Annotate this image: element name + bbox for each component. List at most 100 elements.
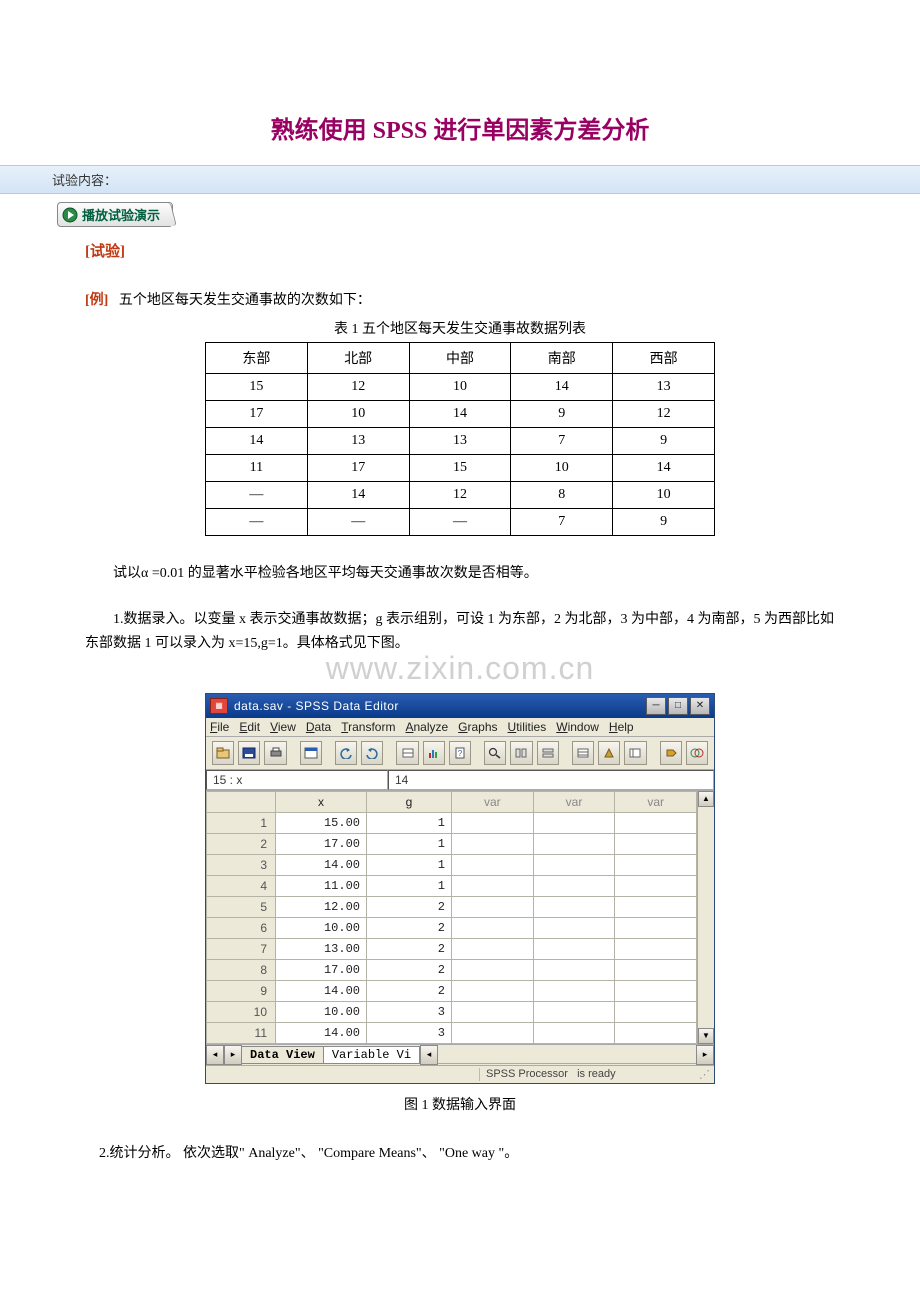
menu-transform[interactable]: Transform <box>341 720 395 734</box>
scroll-down-icon[interactable]: ▼ <box>698 1028 714 1044</box>
grid-cell[interactable]: 1 <box>367 854 452 875</box>
grid-row[interactable]: 1114.003 <box>207 1022 697 1043</box>
grid-cell[interactable]: 13.00 <box>276 938 367 959</box>
value-labels-icon[interactable] <box>660 741 682 765</box>
grid-cell-empty[interactable] <box>533 875 615 896</box>
grid-cell[interactable]: 15.00 <box>276 812 367 833</box>
grid-row[interactable]: 115.001 <box>207 812 697 833</box>
grid-cell[interactable]: 17.00 <box>276 833 367 854</box>
grid-cell[interactable]: 2 <box>367 896 452 917</box>
grid-header[interactable]: var <box>452 791 534 812</box>
tab-scroll-right-icon[interactable]: ▸ <box>696 1045 714 1065</box>
grid-cell-empty[interactable] <box>533 1022 615 1043</box>
grid-cell-empty[interactable] <box>615 854 697 875</box>
grid-cell-empty[interactable] <box>533 917 615 938</box>
menu-graphs[interactable]: Graphs <box>458 720 497 734</box>
grid-cell[interactable]: 2 <box>367 938 452 959</box>
tab-data-view[interactable]: Data View <box>241 1046 324 1064</box>
menu-file[interactable]: File <box>210 720 229 734</box>
grid-row[interactable]: 914.002 <box>207 980 697 1001</box>
grid-cell[interactable]: 10.00 <box>276 917 367 938</box>
grid-row-number[interactable]: 1 <box>207 812 276 833</box>
grid-header[interactable]: var <box>615 791 697 812</box>
grid-cell[interactable]: 3 <box>367 1022 452 1043</box>
info-icon[interactable]: ? <box>449 741 471 765</box>
tab-nav-prev-icon[interactable]: ▸ <box>224 1045 242 1065</box>
grid-row-number[interactable]: 9 <box>207 980 276 1001</box>
grid-row-number[interactable]: 11 <box>207 1022 276 1043</box>
menu-analyze[interactable]: Analyze <box>405 720 448 734</box>
grid-row-number[interactable]: 8 <box>207 959 276 980</box>
grid-cell-empty[interactable] <box>452 854 534 875</box>
grid-cell[interactable]: 14.00 <box>276 1022 367 1043</box>
tab-variable-view[interactable]: Variable Vi <box>323 1046 420 1064</box>
grid-cell-empty[interactable] <box>615 980 697 1001</box>
print-icon[interactable] <box>264 741 286 765</box>
cell-value-box[interactable]: 14 <box>388 770 714 790</box>
grid-cell-empty[interactable] <box>452 1022 534 1043</box>
tab-nav-first-icon[interactable]: ◂ <box>206 1045 224 1065</box>
grid-cell[interactable]: 2 <box>367 959 452 980</box>
grid-row[interactable]: 1010.003 <box>207 1001 697 1022</box>
labels-icon[interactable] <box>572 741 594 765</box>
dialog-icon[interactable] <box>300 741 322 765</box>
grid-row-number[interactable]: 6 <box>207 917 276 938</box>
grid-cell-empty[interactable] <box>533 812 615 833</box>
sets-icon[interactable] <box>686 741 708 765</box>
grid-row-number[interactable]: 10 <box>207 1001 276 1022</box>
spss-menubar[interactable]: FileEditViewDataTransformAnalyzeGraphsUt… <box>206 718 714 737</box>
grid-row[interactable]: 217.001 <box>207 833 697 854</box>
grid-cell-empty[interactable] <box>615 959 697 980</box>
grid-cell[interactable]: 17.00 <box>276 959 367 980</box>
menu-view[interactable]: View <box>270 720 296 734</box>
grid-header[interactable]: var <box>533 791 615 812</box>
goto-icon[interactable] <box>396 741 418 765</box>
undo-icon[interactable] <box>335 741 357 765</box>
grid-cell-empty[interactable] <box>533 833 615 854</box>
grid-cell-empty[interactable] <box>533 959 615 980</box>
grid-cell[interactable]: 3 <box>367 1001 452 1022</box>
tab-scroll-left-icon[interactable]: ◂ <box>420 1045 438 1065</box>
save-icon[interactable] <box>238 741 260 765</box>
spss-data-grid[interactable]: xgvarvarvar 115.001217.001314.001411.001… <box>206 791 697 1044</box>
grid-cell-empty[interactable] <box>533 854 615 875</box>
grid-cell-empty[interactable] <box>615 1001 697 1022</box>
grid-header[interactable]: x <box>276 791 367 812</box>
grid-cell-empty[interactable] <box>533 980 615 1001</box>
grid-cell[interactable]: 2 <box>367 980 452 1001</box>
resize-grip-icon[interactable]: ⋰ <box>696 1068 710 1081</box>
grid-cell-empty[interactable] <box>615 896 697 917</box>
menu-window[interactable]: Window <box>556 720 599 734</box>
menu-utilities[interactable]: Utilities <box>508 720 547 734</box>
redo-icon[interactable] <box>361 741 383 765</box>
cases-icon[interactable] <box>537 741 559 765</box>
grid-cell-empty[interactable] <box>452 938 534 959</box>
menu-edit[interactable]: Edit <box>239 720 260 734</box>
grid-cell[interactable]: 11.00 <box>276 875 367 896</box>
grid-cell[interactable]: 1 <box>367 812 452 833</box>
chart-icon[interactable] <box>423 741 445 765</box>
grid-cell[interactable]: 2 <box>367 917 452 938</box>
grid-row-number[interactable]: 3 <box>207 854 276 875</box>
grid-cell-empty[interactable] <box>615 833 697 854</box>
grid-row-number[interactable]: 7 <box>207 938 276 959</box>
grid-cell-empty[interactable] <box>615 938 697 959</box>
grid-cell[interactable]: 14.00 <box>276 980 367 1001</box>
grid-cell[interactable]: 10.00 <box>276 1001 367 1022</box>
grid-row-number[interactable]: 2 <box>207 833 276 854</box>
grid-cell-empty[interactable] <box>615 875 697 896</box>
grid-cell-empty[interactable] <box>615 1022 697 1043</box>
vars-icon[interactable] <box>510 741 532 765</box>
open-icon[interactable] <box>212 741 234 765</box>
scroll-up-icon[interactable]: ▲ <box>698 791 714 807</box>
grid-cell-empty[interactable] <box>452 959 534 980</box>
vertical-scrollbar[interactable]: ▲ ▼ <box>697 791 714 1044</box>
grid-cell-empty[interactable] <box>452 1001 534 1022</box>
spss-tab-strip[interactable]: ◂ ▸ Data View Variable Vi ◂ ▸ <box>206 1044 714 1065</box>
grid-row-number[interactable]: 5 <box>207 896 276 917</box>
grid-row[interactable]: 713.002 <box>207 938 697 959</box>
select-icon[interactable] <box>624 741 646 765</box>
grid-cell-empty[interactable] <box>533 1001 615 1022</box>
grid-cell-empty[interactable] <box>615 812 697 833</box>
menu-help[interactable]: Help <box>609 720 634 734</box>
